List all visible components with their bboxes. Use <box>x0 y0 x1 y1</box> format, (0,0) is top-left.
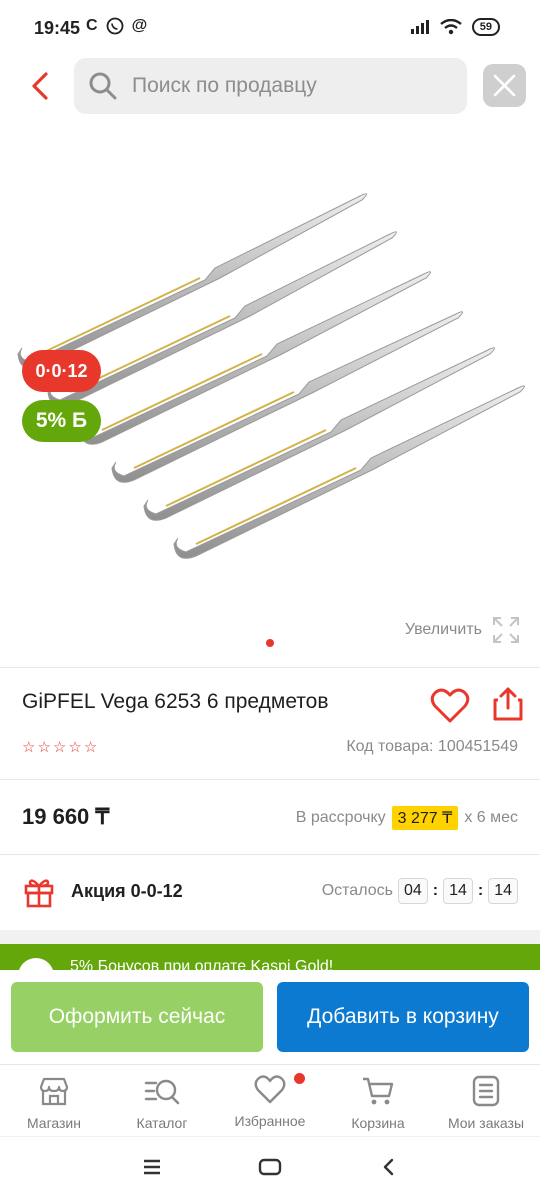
close-icon <box>493 74 516 97</box>
c-app-icon: C <box>86 17 98 34</box>
rating-stars[interactable]: ☆ ☆ ☆ ☆ ☆ <box>22 738 97 756</box>
menu-icon[interactable] <box>142 1157 162 1177</box>
timer-separator: : <box>477 882 484 899</box>
price-section: 19 660 ₸ В рассрочку 3 277 ₸ х 6 мес <box>0 780 540 854</box>
installment-prefix: В рассрочку <box>295 809 386 826</box>
star-icon: ☆ <box>83 739 98 756</box>
checkout-now-button[interactable]: Оформить сейчас <box>11 982 263 1052</box>
product-sku: Код товара: 100451549 <box>346 738 518 756</box>
bonus-badge: 5% Б <box>22 400 101 442</box>
timer-minutes: 14 <box>443 878 473 904</box>
cart-icon <box>363 1077 394 1105</box>
gift-icon <box>24 879 54 908</box>
carousel-indicator <box>266 639 274 647</box>
search-icon <box>89 72 117 100</box>
timer-seconds: 14 <box>488 878 518 904</box>
action-bar: Оформить сейчас Добавить в корзину <box>0 970 540 1064</box>
share-button[interactable] <box>493 686 523 727</box>
favorite-button[interactable] <box>430 688 470 729</box>
nav-item-favorites[interactable]: Избранное <box>216 1075 324 1129</box>
nav-item-catalog[interactable]: Каталог <box>108 1075 216 1131</box>
zoom-button[interactable]: Увеличить <box>405 616 520 644</box>
promo-name: Акция 0-0-12 <box>71 881 183 901</box>
home-icon[interactable] <box>258 1157 282 1177</box>
star-icon: ☆ <box>52 739 67 756</box>
back-arrow-icon[interactable] <box>380 1157 396 1177</box>
divider <box>0 854 540 855</box>
status-bar: 19:45 C @ 59 <box>0 0 540 58</box>
nav-item-orders[interactable]: Мои заказы <box>432 1075 540 1131</box>
expand-icon <box>493 617 519 643</box>
search-input[interactable] <box>132 58 452 114</box>
catalog-search-icon <box>144 1079 180 1105</box>
heart-icon <box>430 688 470 723</box>
nav-item-store[interactable]: Магазин <box>0 1075 108 1131</box>
signal-icon <box>410 20 429 34</box>
share-icon <box>493 687 523 721</box>
back-button[interactable] <box>22 66 58 106</box>
at-icon: @ <box>131 17 148 34</box>
product-info: GiPFEL Vega 6253 6 предметов ☆ ☆ ☆ ☆ ☆ К… <box>0 668 540 778</box>
battery-indicator: 59 <box>471 18 500 36</box>
nav-label: Каталог <box>136 1115 188 1131</box>
product-title: GiPFEL Vega 6253 6 предметов <box>22 690 329 713</box>
status-time: 19:45 <box>34 18 81 38</box>
bottom-navigation: Магазин Каталог Избранное Корзина Мои за… <box>0 1064 540 1136</box>
nav-label: Магазин <box>26 1115 81 1131</box>
knife-6 <box>173 385 525 559</box>
promo-section[interactable]: Акция 0-0-12 Осталось 04 : 14 : 14 <box>0 856 540 928</box>
star-icon: ☆ <box>37 739 51 756</box>
installment-suffix: х 6 мес <box>464 809 518 826</box>
nav-label: Избранное <box>234 1113 306 1129</box>
heart-icon <box>254 1075 286 1104</box>
nav-item-cart[interactable]: Корзина <box>324 1075 432 1131</box>
system-navigation-bar <box>0 1136 540 1200</box>
search-field[interactable] <box>74 58 467 114</box>
add-to-cart-button[interactable]: Добавить в корзину <box>277 982 529 1052</box>
timer-separator: : <box>432 882 439 899</box>
zoom-label: Увеличить <box>404 621 482 638</box>
price: 19 660 ₸ <box>22 804 110 829</box>
wifi-icon <box>440 19 462 35</box>
search-header <box>0 58 540 114</box>
nav-label: Корзина <box>351 1115 405 1131</box>
installment-promo-badge: 0·0·12 <box>22 350 101 392</box>
promo-timer: Осталось 04 : 14 : 14 <box>322 878 518 904</box>
star-icon: ☆ <box>68 739 82 756</box>
status-notification-icons: C @ <box>86 17 147 35</box>
chevron-left-icon <box>32 72 48 100</box>
store-icon <box>39 1077 69 1106</box>
section-gap <box>0 930 540 944</box>
installment-monthly-amount: 3 277 ₸ <box>391 806 459 830</box>
close-search-button[interactable] <box>483 64 526 107</box>
timer-label: Осталось <box>321 882 393 899</box>
installment-info[interactable]: В рассрочку 3 277 ₸ х 6 мес <box>296 806 518 830</box>
orders-icon <box>472 1075 500 1107</box>
sku-label: Код товара: 100451549 <box>346 738 518 755</box>
status-system-icons: 59 <box>410 18 500 36</box>
favorites-notification-dot <box>294 1073 305 1084</box>
timer-hours: 04 <box>397 878 428 904</box>
star-icon: ☆ <box>22 739 36 756</box>
whatsapp-icon <box>106 17 123 35</box>
nav-label: Мои заказы <box>447 1115 525 1131</box>
